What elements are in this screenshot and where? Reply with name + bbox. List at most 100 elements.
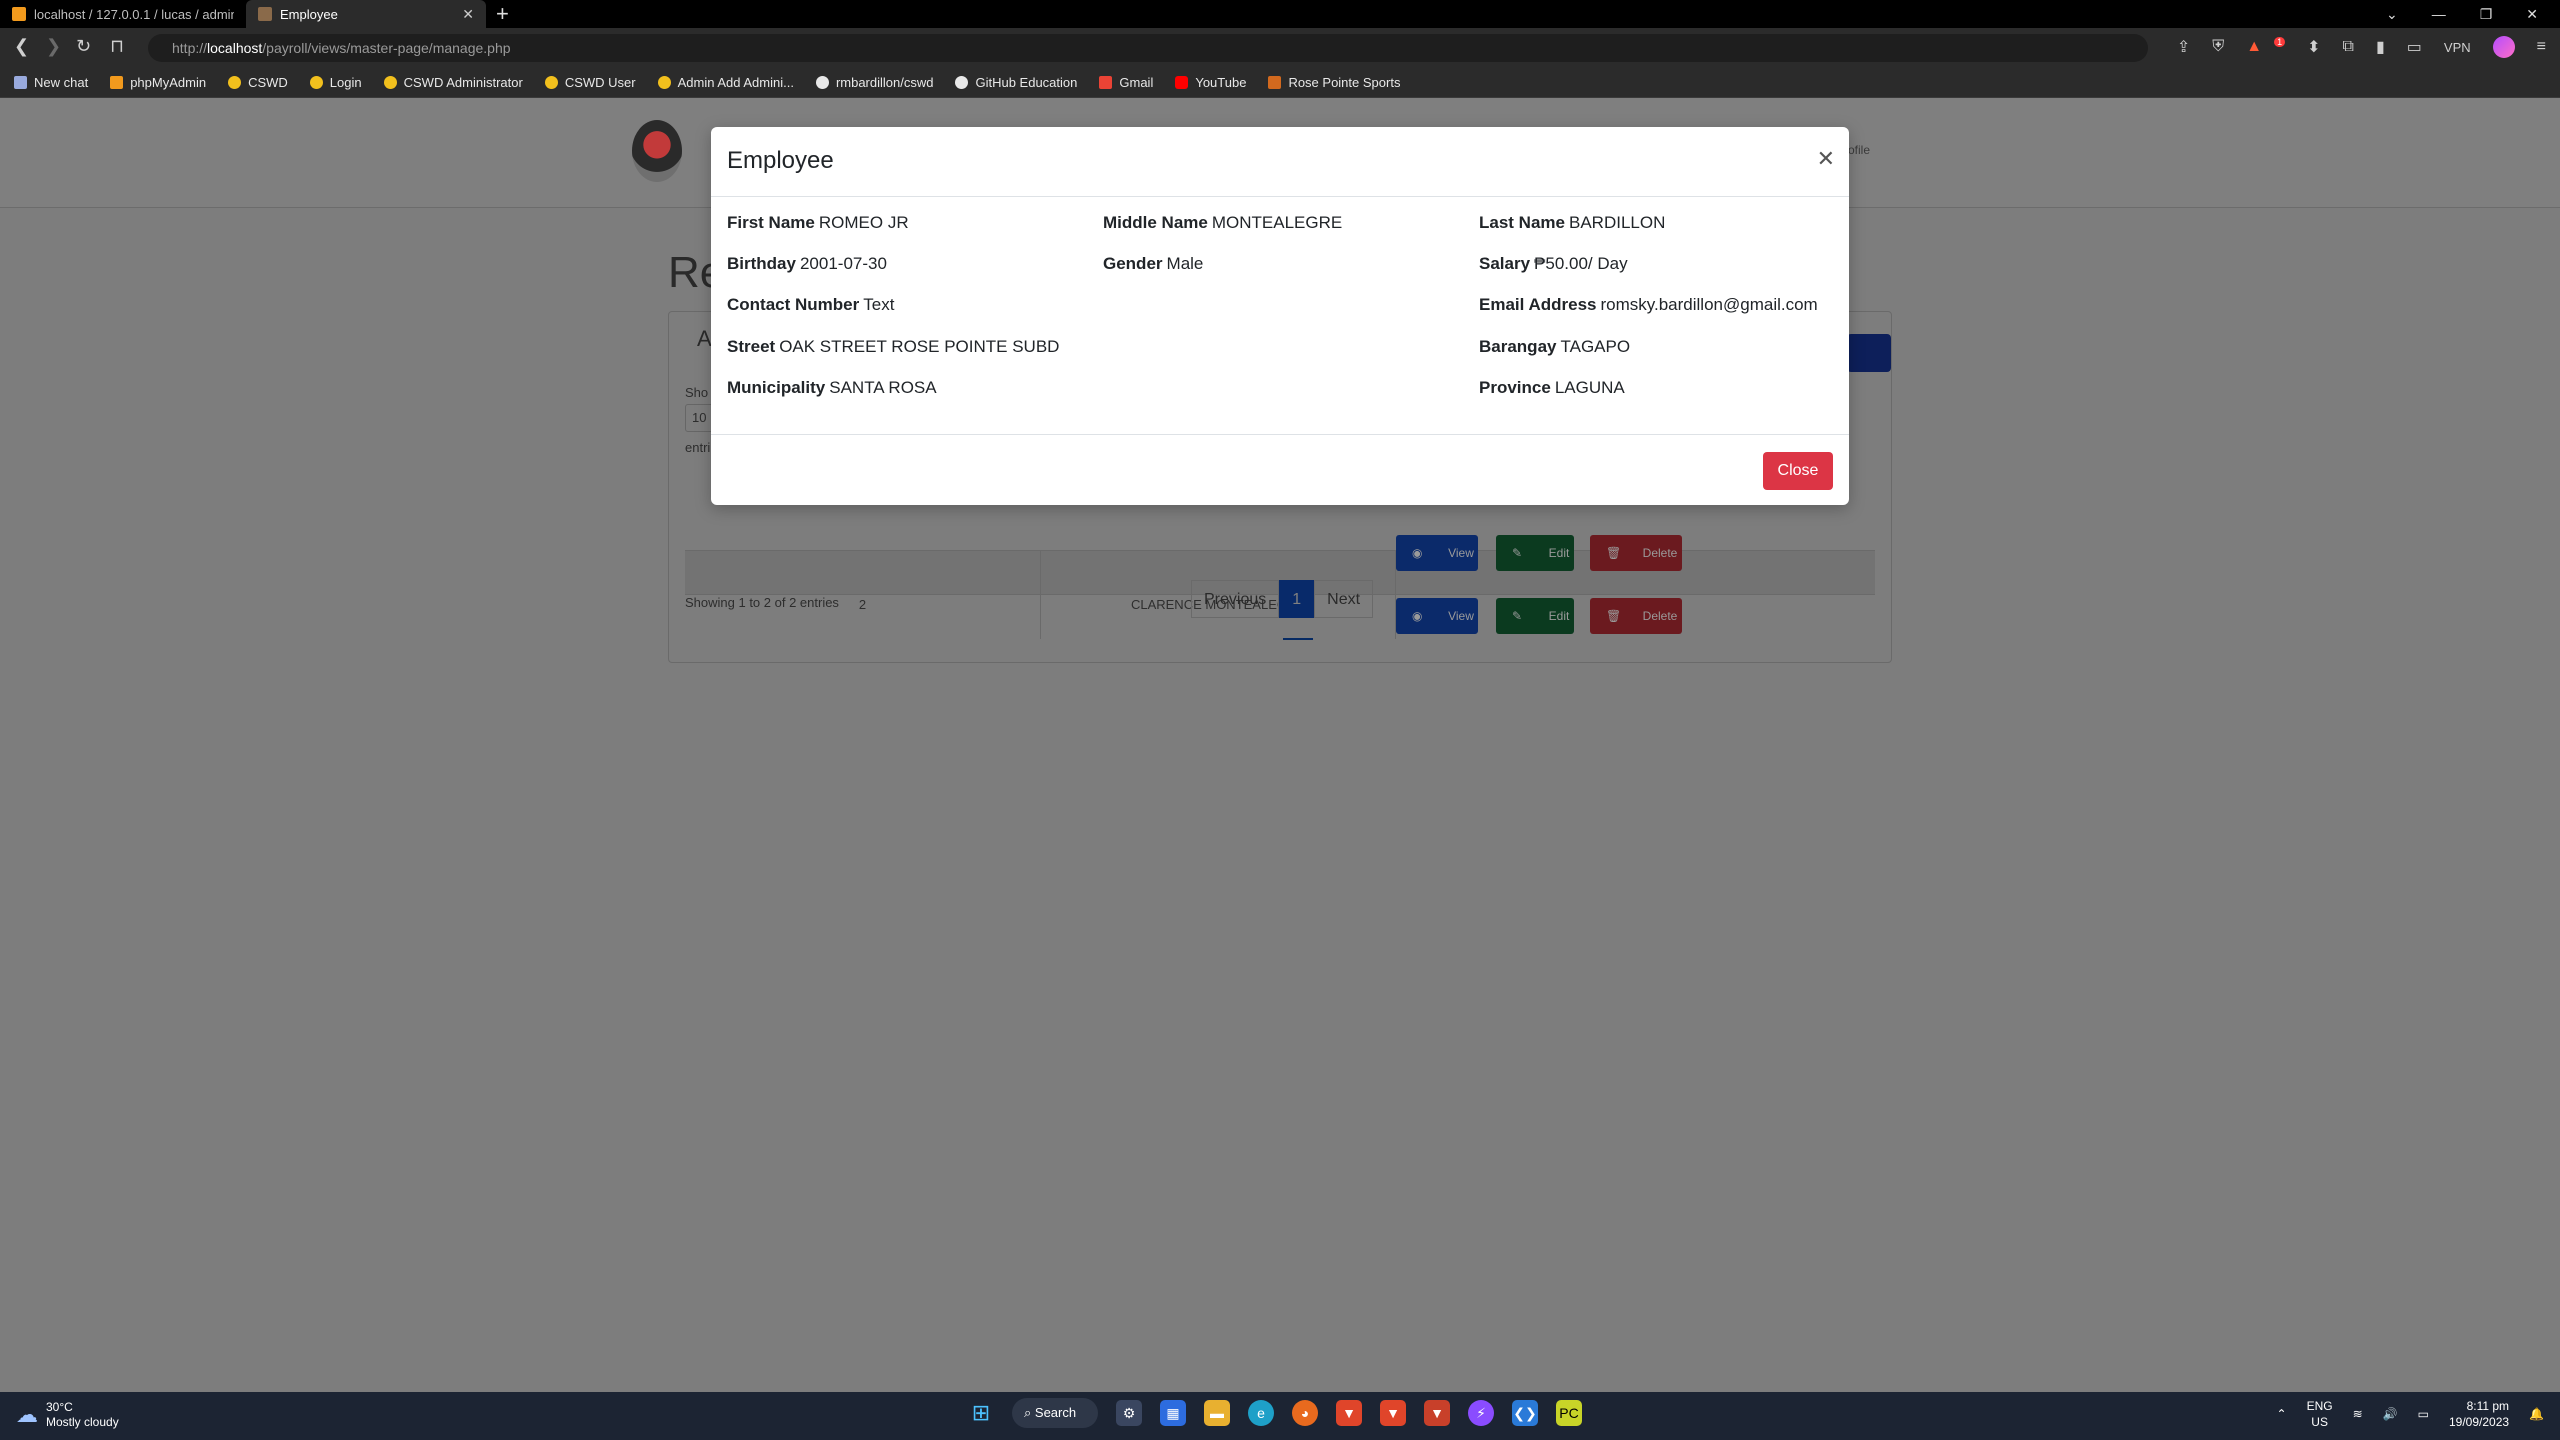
brave-shield-icon[interactable]: ⛨ [2212, 38, 2224, 56]
profile-avatar[interactable] [2492, 36, 2515, 58]
minimize-icon[interactable]: — [2432, 6, 2446, 22]
row-actions: ◉ View ✎ Edit 🗑 Delete [1395, 535, 1875, 595]
sidebar-icon[interactable]: ▮ [2376, 37, 2385, 57]
profile-dropdown[interactable]: ofile [1848, 143, 1870, 157]
eye-icon: ◉ [1412, 546, 1423, 560]
clock[interactable]: 8:11 pm 19/09/2023 [2449, 1398, 2509, 1430]
bookmark-admin-add[interactable]: Admin Add Admini... [657, 75, 794, 90]
edge-icon[interactable]: e [1248, 1400, 1274, 1426]
delete-button[interactable]: 🗑 Delete [1590, 535, 1682, 571]
vscode-icon[interactable]: ❮❯ [1512, 1400, 1538, 1426]
bookmark-icon[interactable]: ⊓ [110, 36, 124, 57]
volume-icon[interactable]: 🔊 [2383, 1407, 2398, 1421]
field-value: MONTEALEGRE [1211, 213, 1343, 232]
edit-button[interactable]: ✎ Edit [1496, 535, 1574, 571]
bookmark-phpmyadmin[interactable]: phpMyAdmin [110, 75, 206, 90]
brave-beta-icon[interactable]: ▼ [1424, 1400, 1450, 1426]
restore-icon[interactable]: ❐ [2480, 6, 2493, 23]
close-button[interactable]: Close [1763, 452, 1833, 490]
button-label: View [1448, 609, 1474, 623]
field-label: Contact Number [727, 295, 860, 314]
bookmark-github-repo[interactable]: rmbardillon/cswd [815, 75, 933, 90]
view-button[interactable]: ◉ View [1396, 598, 1478, 634]
windows-start-icon[interactable]: ⊞ [968, 1400, 994, 1426]
bookmark-youtube[interactable]: YouTube [1175, 75, 1246, 90]
wallet-icon[interactable]: ▭ [2407, 37, 2422, 57]
tab-search-chevron-icon[interactable]: ⌄ [2386, 6, 2398, 23]
weather-text: 30°C Mostly cloudy [46, 1400, 119, 1430]
edit-button[interactable]: ✎ Edit [1496, 598, 1574, 634]
bookmark-gmail[interactable]: Gmail [1099, 75, 1153, 90]
puzzle-icon[interactable]: ⧉ [2343, 38, 2354, 56]
bookmark-label: CSWD Administrator [403, 75, 523, 90]
field-value: OAK STREET ROSE POINTE SUBD [779, 337, 1060, 356]
chat-icon [14, 76, 27, 89]
row-number [685, 551, 1040, 595]
add-employee-button[interactable] [1847, 334, 1891, 372]
view-button[interactable]: ◉ View [1396, 535, 1478, 571]
bookmark-label: Admin Add Admini... [677, 75, 794, 90]
vpn-button[interactable]: VPN [2444, 40, 2471, 55]
site-logo[interactable] [632, 120, 682, 182]
close-tab-icon[interactable]: ✕ [462, 6, 474, 23]
middle-name-field: Middle Name MONTEALEGRE [1103, 213, 1342, 233]
language-indicator[interactable]: ENG US [2307, 1398, 2333, 1430]
taskbar-apps: ⊞ ⌕ Search ⚙ ▦ ▬ e ◕ ▼ ▼ ▼ ⚡ ❮❯ PC [968, 1398, 1582, 1428]
url-path: /payroll/views/master-page/manage.php [262, 40, 511, 56]
wifi-icon[interactable]: ≋ [2353, 1407, 2363, 1421]
file-explorer-icon[interactable]: ▬ [1204, 1400, 1230, 1426]
battery-icon[interactable]: ▭ [2418, 1407, 2429, 1421]
weather-widget[interactable]: ☁ 30°C Mostly cloudy [16, 1400, 119, 1430]
field-label: Barangay [1479, 337, 1557, 356]
settings-gear-icon[interactable]: ⚙ [1116, 1400, 1142, 1426]
reload-icon[interactable]: ↻ [76, 36, 91, 57]
bookmark-label: YouTube [1195, 75, 1247, 90]
close-icon[interactable]: ✕ [1817, 147, 1835, 171]
windows-taskbar: ☁ 30°C Mostly cloudy ⊞ ⌕ Search ⚙ ▦ ▬ e … [0, 1392, 2560, 1440]
notification-bell-icon[interactable]: 🔔 [2529, 1407, 2544, 1421]
bookmark-github-education[interactable]: GitHub Education [955, 75, 1077, 90]
pycharm-icon[interactable]: PC [1556, 1400, 1582, 1426]
button-label: Delete [1642, 609, 1678, 623]
store-icon[interactable]: ▦ [1160, 1400, 1186, 1426]
extension-icon[interactable]: ⬍ [2307, 37, 2320, 57]
pagination-next[interactable]: Next [1314, 580, 1374, 618]
share-icon[interactable]: ⇪ [2177, 37, 2190, 57]
tab-employee[interactable]: Employee ✕ [246, 0, 486, 28]
bookmark-rose-pointe[interactable]: Rose Pointe Sports [1268, 75, 1400, 90]
system-tray: ⌃ ENG US ≋ 🔊 ▭ 8:11 pm 19/09/2023 🔔 [2277, 1398, 2544, 1430]
tray-chevron-icon[interactable]: ⌃ [2277, 1407, 2287, 1421]
firefox-icon[interactable]: ◕ [1292, 1400, 1318, 1426]
pagination-page[interactable]: 1 [1279, 580, 1315, 618]
bookmark-new-chat[interactable]: New chat [14, 75, 88, 90]
bookmark-label: Login [329, 75, 362, 90]
messenger-icon[interactable]: ⚡ [1468, 1400, 1494, 1426]
bookmark-cswd-admin[interactable]: CSWD Administrator [383, 75, 523, 90]
new-tab-plus-icon[interactable]: + [496, 2, 509, 26]
show-label: Sho [685, 385, 709, 400]
bookmark-cswd[interactable]: CSWD [228, 75, 288, 90]
window-controls: ⌄ — ❐ ✕ [2386, 0, 2560, 28]
tab-phpmyadmin[interactable]: localhost / 127.0.0.1 / lucas / administ [0, 0, 246, 28]
brave-active-icon[interactable]: ▼ [1380, 1400, 1406, 1426]
field-value: LAGUNA [1554, 378, 1625, 397]
field-value: SANTA ROSA [829, 378, 937, 397]
back-arrow-icon[interactable]: ❮ [14, 36, 29, 57]
temperature: 30°C [46, 1400, 73, 1414]
pagination-previous[interactable]: Previous [1191, 580, 1280, 618]
menu-icon[interactable]: ≡ [2537, 38, 2546, 56]
field-value: BARDILLON [1568, 213, 1666, 232]
forward-arrow-icon[interactable]: ❯ [46, 36, 61, 57]
brave-icon[interactable]: ▼ [1336, 1400, 1362, 1426]
bookmark-label: CSWD [248, 75, 288, 90]
url-field[interactable]: http://localhost/payroll/views/master-pa… [148, 34, 2148, 62]
close-window-icon[interactable]: ✕ [2526, 6, 2538, 23]
field-label: Street [727, 337, 776, 356]
taskbar-search[interactable]: ⌕ Search [1012, 1398, 1098, 1428]
card-heading: A [697, 326, 712, 351]
delete-button[interactable]: 🗑 Delete [1590, 598, 1682, 634]
rewards-icon[interactable]: ▲ [2246, 38, 2262, 56]
bookmark-cswd-user[interactable]: CSWD User [544, 75, 636, 90]
github-icon [955, 76, 969, 89]
bookmark-login[interactable]: Login [309, 75, 362, 90]
